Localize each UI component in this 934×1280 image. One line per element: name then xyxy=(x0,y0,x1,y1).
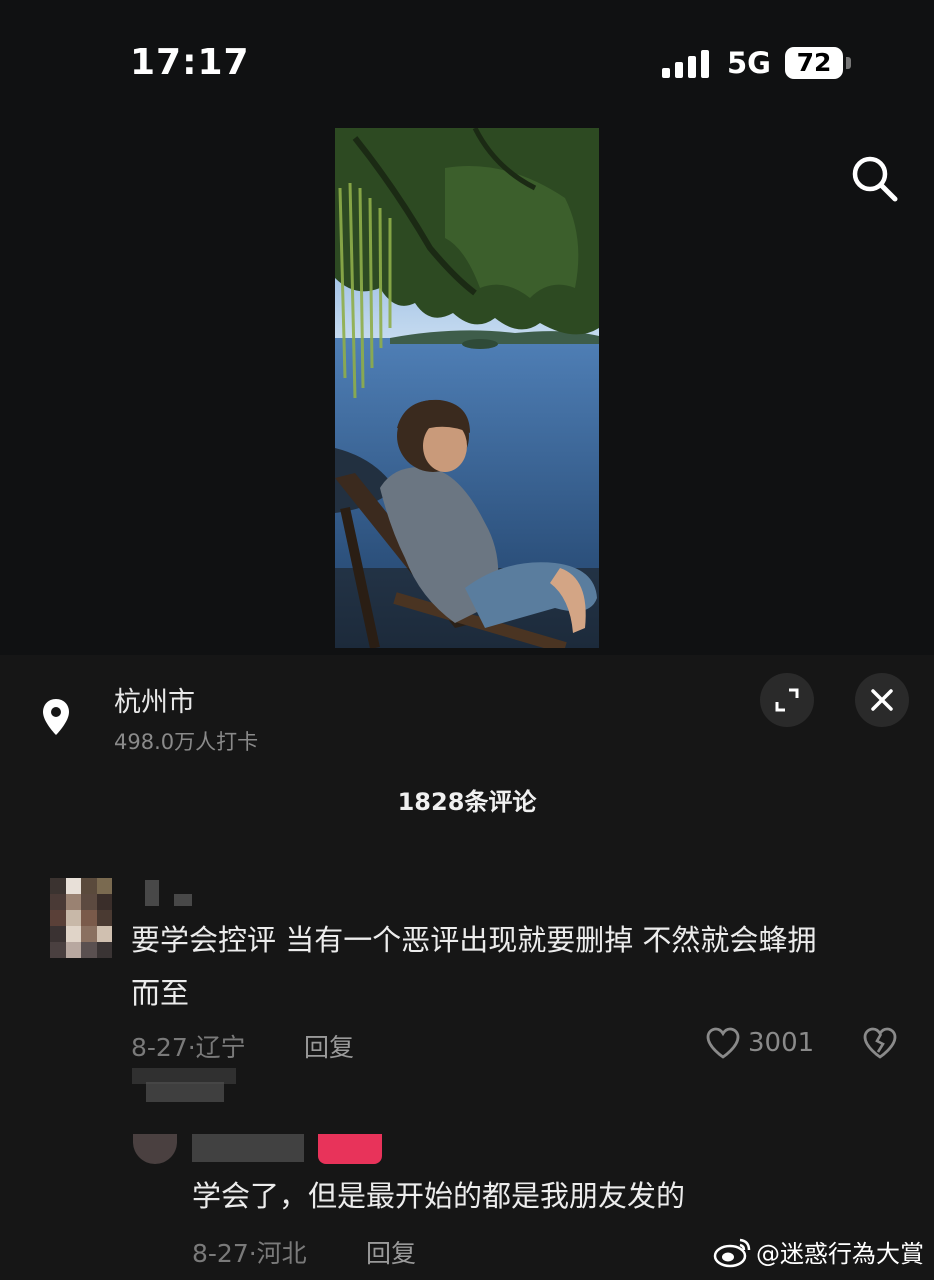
like-icon[interactable] xyxy=(705,1026,741,1060)
author-badge xyxy=(318,1134,382,1164)
location-pin-icon xyxy=(40,697,72,737)
avatar[interactable] xyxy=(50,878,112,958)
expand-icon xyxy=(775,688,799,712)
weibo-logo-icon xyxy=(713,1238,751,1268)
reply-username-redacted[interactable] xyxy=(192,1134,304,1162)
battery-tip xyxy=(846,57,851,69)
comments-count: 1828条评论 xyxy=(397,788,537,816)
comment-text: 要学会控评 当有一个恶评出现就要删掉 不然就会蜂拥 而至 xyxy=(131,914,816,1020)
reply-reply-button[interactable]: 回复 xyxy=(366,1234,416,1270)
comment-text-line-1: 要学会控评 当有一个恶评出现就要删掉 不然就会蜂拥 xyxy=(131,923,817,957)
dislike-icon[interactable] xyxy=(862,1026,898,1060)
like-count: 3001 xyxy=(748,1028,815,1058)
watermark: @迷惑行為大賞 xyxy=(712,1230,934,1274)
reply-text: 学会了，但是最开始的都是我朋友发的 xyxy=(192,1179,686,1213)
username-redacted-2 xyxy=(174,894,192,906)
reply-meta: 8-27·河北 xyxy=(192,1239,307,1268)
post-photo[interactable] xyxy=(335,128,599,648)
watermark-text: @迷惑行為大賞 xyxy=(756,1240,924,1268)
comment-text-line-2: 而至 xyxy=(131,976,190,1010)
status-time: 17:17 xyxy=(130,42,250,83)
expand-button[interactable] xyxy=(760,673,814,727)
search-icon[interactable] xyxy=(848,152,902,206)
username-redacted[interactable] xyxy=(145,880,159,906)
location-checkins: 498.0万人打卡 xyxy=(114,730,259,754)
author-liked-badge-2 xyxy=(146,1082,224,1102)
signal-icon xyxy=(662,50,712,78)
reply-button[interactable]: 回复 xyxy=(304,1028,354,1064)
comment-meta: 8-27·辽宁 xyxy=(131,1033,246,1062)
close-button[interactable] xyxy=(855,673,909,727)
battery-icon: 72 xyxy=(785,47,843,79)
close-icon xyxy=(871,689,893,711)
network-type: 5G xyxy=(727,46,771,80)
location-name[interactable]: 杭州市 xyxy=(114,680,195,719)
